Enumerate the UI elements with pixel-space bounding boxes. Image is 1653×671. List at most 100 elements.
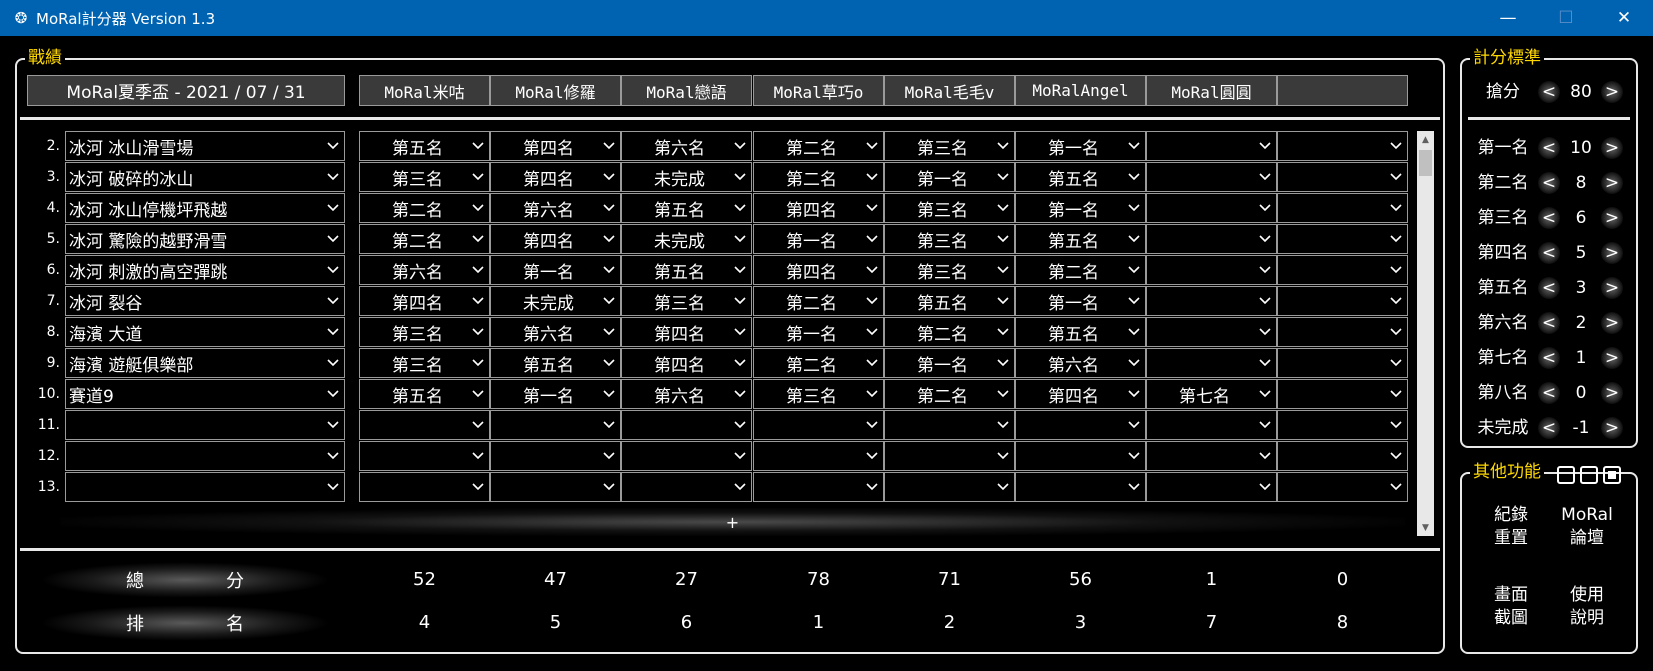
placement-select[interactable] [490,472,621,502]
increase-button[interactable]: > [1601,312,1623,334]
placement-select[interactable]: 第五名 [359,131,490,161]
reset-record-button[interactable]: 紀錄 重置 [1476,504,1546,550]
placement-select[interactable] [1277,472,1408,502]
vertical-scrollbar[interactable]: ▲ ▼ [1417,131,1434,536]
player-header-7[interactable]: MoRal圓圓 [1146,75,1277,106]
placement-select[interactable]: 第五名 [1015,317,1146,347]
placement-select[interactable] [1277,255,1408,285]
placement-select[interactable]: 未完成 [490,286,621,316]
placement-select[interactable] [1146,286,1277,316]
placement-select[interactable]: 第二名 [884,317,1015,347]
placement-select[interactable]: 第五名 [359,379,490,409]
placement-select[interactable]: 第三名 [359,317,490,347]
placement-select[interactable]: 第三名 [884,131,1015,161]
track-select[interactable]: 賽道9 [65,379,345,409]
track-select[interactable] [65,472,345,502]
minimize-button[interactable]: — [1479,0,1537,36]
placement-select[interactable]: 第六名 [1015,348,1146,378]
scroll-down-icon[interactable]: ▼ [1417,519,1434,536]
placement-select[interactable] [1277,317,1408,347]
placement-select[interactable]: 第二名 [753,162,884,192]
placement-select[interactable] [1015,410,1146,440]
decrease-button[interactable]: < [1538,242,1560,264]
placement-select[interactable] [490,410,621,440]
player-header-1[interactable]: MoRal米咕 [359,75,490,106]
placement-select[interactable]: 第四名 [490,224,621,254]
decrease-button[interactable]: < [1538,347,1560,369]
increase-button[interactable]: > [1601,382,1623,404]
placement-select[interactable]: 第一名 [490,379,621,409]
player-header-8[interactable] [1277,75,1408,106]
placement-select[interactable]: 第一名 [1015,193,1146,223]
placement-select[interactable] [884,441,1015,471]
help-button[interactable]: 使用 說明 [1552,584,1622,630]
placement-select[interactable]: 第一名 [1015,286,1146,316]
placement-select[interactable]: 第一名 [1015,131,1146,161]
placement-select[interactable] [1146,472,1277,502]
scroll-thumb[interactable] [1419,150,1432,176]
placement-select[interactable]: 第六名 [490,193,621,223]
track-select[interactable]: 冰河 冰山滑雪場 [65,131,345,161]
track-select[interactable]: 冰河 破碎的冰山 [65,162,345,192]
placement-select[interactable]: 第二名 [884,379,1015,409]
track-select[interactable]: 冰河 冰山停機坪飛越 [65,193,345,223]
placement-select[interactable]: 第三名 [884,255,1015,285]
decrease-button[interactable]: < [1538,172,1560,194]
placement-select[interactable]: 第三名 [884,193,1015,223]
placement-select[interactable] [1277,162,1408,192]
track-select[interactable] [65,441,345,471]
add-row-button[interactable]: + [60,508,1405,536]
decrease-button[interactable]: < [1538,207,1560,229]
placement-select[interactable]: 第七名 [1146,379,1277,409]
placement-select[interactable]: 第一名 [884,162,1015,192]
track-select[interactable]: 冰河 刺激的高空彈跳 [65,255,345,285]
decrease-button[interactable]: < [1538,417,1560,439]
placement-select[interactable] [1277,224,1408,254]
placement-select[interactable] [359,472,490,502]
placement-select[interactable] [1277,410,1408,440]
placement-select[interactable]: 第五名 [621,255,752,285]
track-select[interactable]: 海濱 遊艇俱樂部 [65,348,345,378]
increase-button[interactable]: > [1601,242,1623,264]
placement-select[interactable]: 第四名 [490,162,621,192]
placement-select[interactable] [359,441,490,471]
decrease-button[interactable]: < [1538,137,1560,159]
placement-select[interactable]: 第二名 [753,286,884,316]
moral-forum-button[interactable]: MoRal 論壇 [1552,504,1622,550]
placement-select[interactable] [884,472,1015,502]
placement-select[interactable]: 第五名 [621,193,752,223]
increase-button[interactable]: > [1601,277,1623,299]
placement-select[interactable] [1146,348,1277,378]
placement-select[interactable] [1015,441,1146,471]
placement-select[interactable] [753,410,884,440]
placement-select[interactable]: 第六名 [621,379,752,409]
placement-select[interactable]: 第四名 [359,286,490,316]
layout-option-3-icon[interactable] [1603,466,1621,484]
placement-select[interactable] [1277,379,1408,409]
placement-select[interactable]: 第一名 [753,224,884,254]
placement-select[interactable]: 第三名 [753,379,884,409]
event-title-box[interactable]: MoRal夏季盃 - 2021 / 07 / 31 [27,75,345,106]
increase-button[interactable]: > [1601,172,1623,194]
placement-select[interactable] [884,410,1015,440]
player-header-2[interactable]: MoRal修羅 [490,75,621,106]
placement-select[interactable] [1146,317,1277,347]
placement-select[interactable]: 第三名 [359,348,490,378]
decrease-button[interactable]: < [1538,277,1560,299]
player-header-4[interactable]: MoRal草巧o [753,75,884,106]
placement-select[interactable]: 第六名 [490,317,621,347]
placement-select[interactable]: 第二名 [359,193,490,223]
placement-select[interactable] [1277,131,1408,161]
decrease-button[interactable]: < [1538,81,1560,103]
track-select[interactable]: 冰河 驚險的越野滑雪 [65,224,345,254]
placement-select[interactable] [621,410,752,440]
maximize-button[interactable]: ☐ [1537,0,1595,36]
placement-select[interactable]: 第六名 [359,255,490,285]
placement-select[interactable] [1146,131,1277,161]
placement-select[interactable]: 第四名 [621,348,752,378]
player-header-5[interactable]: MoRal毛毛v [884,75,1015,106]
layout-option-1-icon[interactable] [1557,466,1575,484]
close-button[interactable]: ✕ [1595,0,1653,36]
player-header-6[interactable]: MoRalAngel [1015,75,1146,106]
increase-button[interactable]: > [1601,81,1623,103]
